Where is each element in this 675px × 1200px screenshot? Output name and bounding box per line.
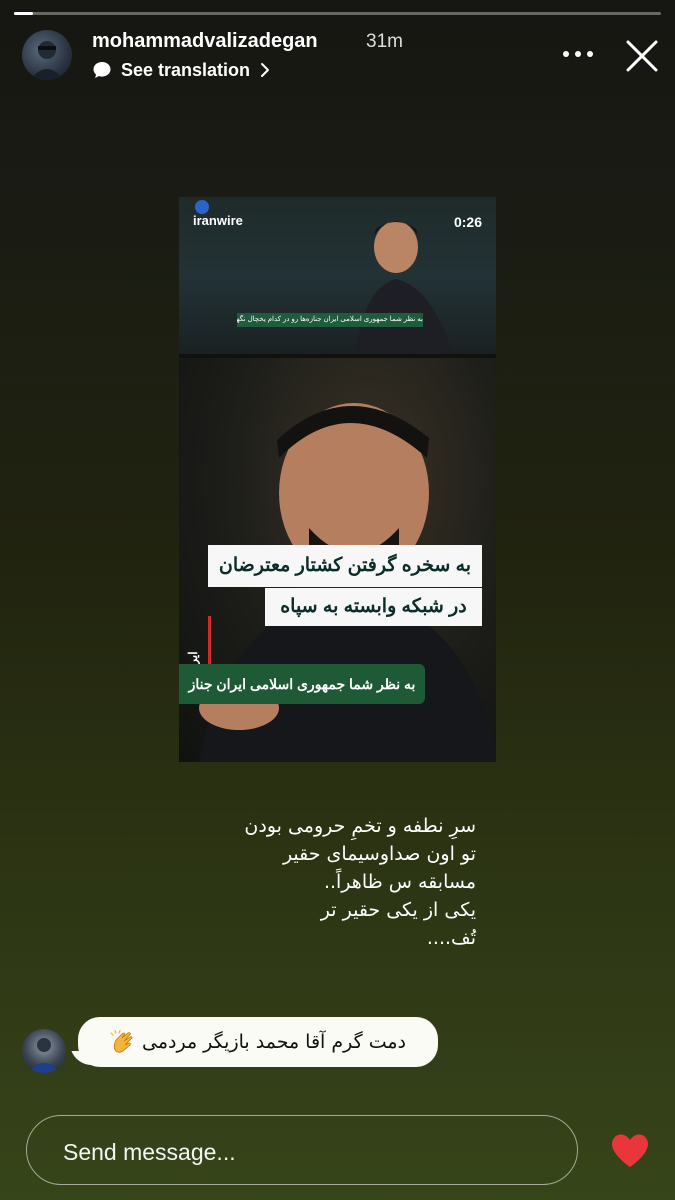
overlay-line: تو اون صداوسیمای حقیر [282,843,476,865]
media-brand: iranwire [193,213,243,228]
overlay-text: سرِ نطفه و تخمِ حرومی بودن تو اون صداوسی… [220,812,476,952]
see-translation-label: See translation [121,59,251,80]
heart-icon[interactable] [610,1133,650,1169]
clapping-hands-icon [110,1030,133,1053]
post-time: 31m [366,31,403,52]
brand-logo-icon [195,200,209,214]
story-progress-bar [14,12,661,15]
overlay-line: تُف.... [426,927,476,949]
overlay-line: سرِ نطفه و تخمِ حرومی بودن [244,815,476,837]
chat-bubble-icon [93,62,111,78]
message-composer[interactable] [26,1115,578,1185]
reply-sticker[interactable]: دمت گرم آقا محمد بازیگر مردمی [0,1016,675,1076]
reply-bubble[interactable]: دمت گرم آقا محمد بازیگر مردمی [78,1017,438,1067]
send-message-input[interactable] [61,1136,545,1168]
chevron-right-icon [261,63,270,77]
headline-line-1: به سخره گرفتن کشتار معترضان [208,545,482,587]
more-icon[interactable] [560,44,596,64]
story-progress-fill [14,12,34,15]
overlay-line: مسابقه س ظاهراً.. [323,871,476,893]
reply-avatar[interactable] [22,1029,66,1073]
username[interactable]: mohammadvalizadegan [92,30,318,53]
avatar[interactable] [22,30,72,80]
close-icon[interactable] [624,38,660,74]
person-figure-icon [354,221,453,354]
story-header: mohammadvalizadegan 31m See translation [0,26,675,86]
strip-caption: به نظر شما جمهوری اسلامی ایران جنازه‌ها … [237,313,423,327]
see-translation-link[interactable]: See translation [92,58,272,82]
reply-text: دمت گرم آقا محمد بازیگر مردمی [142,1031,406,1053]
headline-line-2: در شبکه وابسته به سپاه [265,588,482,626]
green-caption: به نظر شما جمهوری اسلامی ایران جناز [179,664,425,704]
overlay-line: یکی از یکی حقیر تر [320,899,476,921]
video-frame-top: iranwire 0:26 به نظر شما جمهوری اسلامی ا… [179,197,496,354]
